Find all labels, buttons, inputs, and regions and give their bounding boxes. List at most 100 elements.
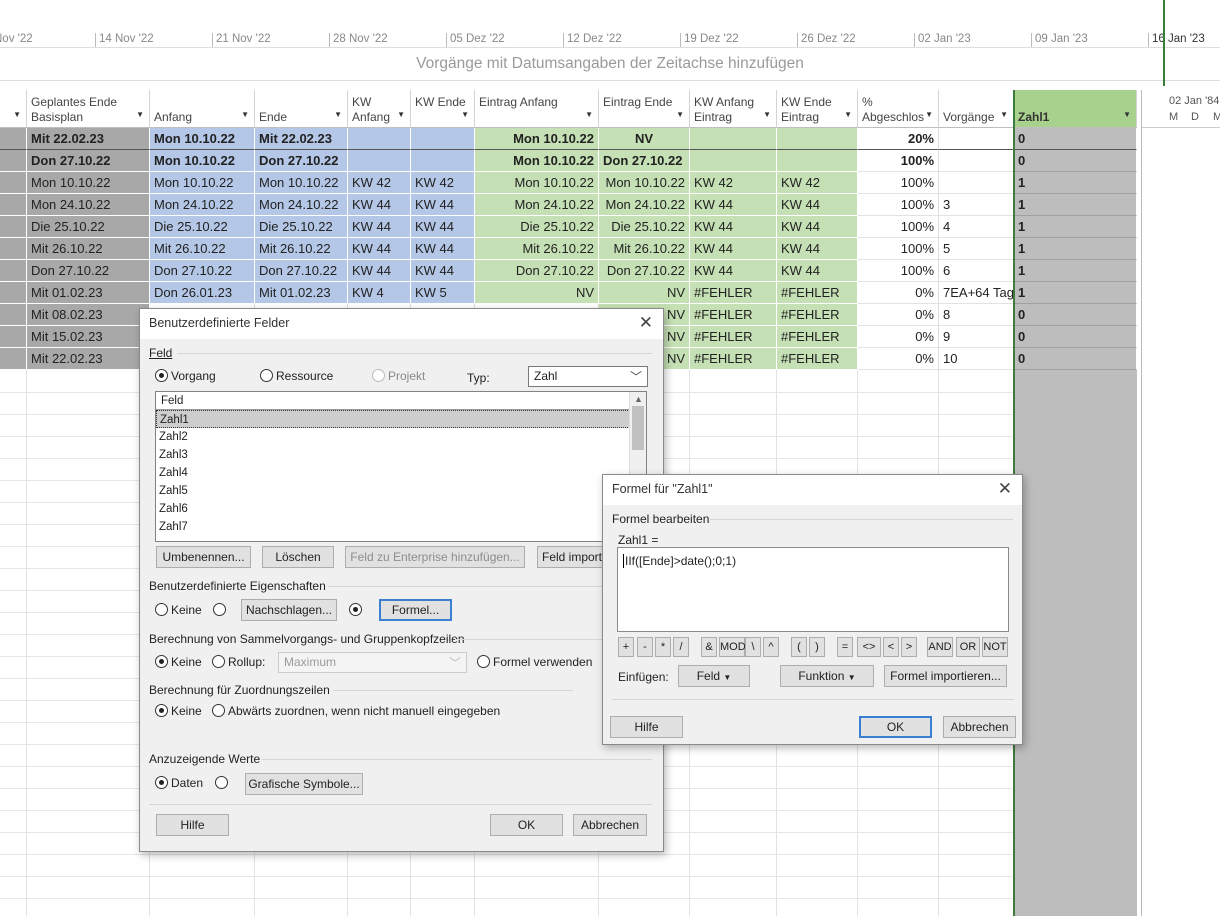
table-cell[interactable]: 5: [939, 238, 1014, 260]
table-row[interactable]: Don 27.10.22 Mon 10.10.22 Don 27.10.22 Mon …: [0, 150, 1137, 172]
operator-button[interactable]: MOD: [719, 637, 746, 657]
table-cell[interactable]: Mit 26.10.22: [255, 238, 348, 260]
table-cell[interactable]: Mit 26.10.22: [599, 238, 690, 260]
table-row[interactable]: Mit 26.10.22 Mit 26.10.22 Mit 26.10.22 KW 4…: [0, 238, 1137, 260]
column-filter-icon[interactable]: ▼: [397, 107, 405, 122]
table-cell[interactable]: Mit 01.02.23: [255, 282, 348, 304]
table-cell[interactable]: Don 27.10.22: [599, 260, 690, 282]
table-cell[interactable]: KW 44: [348, 260, 411, 282]
column-header[interactable]: Geplantes Ende Basisplan ▼: [27, 90, 150, 128]
column-filter-icon[interactable]: ▼: [334, 107, 342, 122]
column-header[interactable]: KW Anfang Eintrag ▼: [690, 90, 777, 128]
table-cell[interactable]: 100%: [858, 150, 939, 172]
table-cell[interactable]: 1: [1014, 282, 1137, 304]
table-cell[interactable]: KW 42: [411, 172, 475, 194]
table-cell[interactable]: Mit 22.02.23: [27, 128, 150, 150]
table-cell[interactable]: KW 44: [411, 216, 475, 238]
formula-dialog-titlebar[interactable]: Formel für "Zahl1" ✕: [603, 475, 1022, 505]
column-header[interactable]: Eintrag Anfang ▼: [475, 90, 599, 128]
table-cell[interactable]: [0, 216, 27, 238]
table-cell[interactable]: Mit 01.02.23: [27, 282, 150, 304]
table-cell[interactable]: Mon 10.10.22: [475, 172, 599, 194]
table-cell[interactable]: 1: [1014, 216, 1137, 238]
radio-data[interactable]: [155, 776, 168, 789]
table-cell[interactable]: 100%: [858, 172, 939, 194]
column-header[interactable]: Ende ▼: [255, 90, 348, 128]
table-cell[interactable]: #FEHLER: [690, 282, 777, 304]
gantt-chart[interactable]: 02 Jan '84 M D M: [1141, 90, 1220, 916]
table-cell[interactable]: KW 44: [777, 194, 858, 216]
table-cell[interactable]: 7EA+64 Tage: [939, 282, 1014, 304]
column-filter-icon[interactable]: ▼: [585, 107, 593, 122]
field-list-item[interactable]: Zahl2: [156, 428, 630, 446]
table-cell[interactable]: Mon 24.10.22: [599, 194, 690, 216]
scrollbar-thumb[interactable]: [632, 406, 644, 450]
table-cell[interactable]: 0%: [858, 348, 939, 370]
field-list-item[interactable]: Zahl3: [156, 446, 630, 464]
table-cell[interactable]: NV: [475, 282, 599, 304]
table-cell[interactable]: [411, 150, 475, 172]
formula-ok-button[interactable]: OK: [859, 716, 932, 738]
table-cell[interactable]: 20%: [858, 128, 939, 150]
table-cell[interactable]: Mon 10.10.22: [475, 150, 599, 172]
field-list-item[interactable]: Zahl6: [156, 500, 630, 518]
table-cell[interactable]: [0, 150, 27, 172]
table-cell[interactable]: Die 25.10.22: [255, 216, 348, 238]
radio-vorgang[interactable]: [155, 369, 168, 382]
table-cell[interactable]: Die 25.10.22: [599, 216, 690, 238]
lookup-button[interactable]: Nachschlagen...: [241, 599, 337, 621]
table-cell[interactable]: Mit 08.02.23: [27, 304, 150, 326]
table-cell[interactable]: Die 25.10.22: [27, 216, 150, 238]
table-cell[interactable]: Mon 10.10.22: [599, 172, 690, 194]
table-cell[interactable]: KW 44: [348, 194, 411, 216]
table-cell[interactable]: [690, 128, 777, 150]
radio-assign-down[interactable]: [212, 704, 225, 717]
scroll-up-icon[interactable]: ▲: [634, 394, 643, 404]
column-header[interactable]: KW Anfang ▼: [348, 90, 411, 128]
table-cell[interactable]: 0: [1014, 150, 1137, 172]
table-cell[interactable]: [690, 150, 777, 172]
column-header[interactable]: ▼: [0, 90, 27, 128]
column-filter-icon[interactable]: ▼: [461, 107, 469, 122]
table-cell[interactable]: [348, 128, 411, 150]
table-cell[interactable]: KW 44: [411, 260, 475, 282]
table-cell[interactable]: 1: [1014, 238, 1137, 260]
column-header[interactable]: Vorgänge ▼: [939, 90, 1014, 128]
table-cell[interactable]: Mon 10.10.22: [150, 128, 255, 150]
table-cell[interactable]: #FEHLER: [777, 348, 858, 370]
table-cell[interactable]: 0: [1014, 304, 1137, 326]
table-cell[interactable]: KW 42: [348, 172, 411, 194]
table-cell[interactable]: Mon 10.10.22: [475, 128, 599, 150]
table-row[interactable]: Don 27.10.22 Don 27.10.22 Don 27.10.22 KW 4…: [0, 260, 1137, 282]
radio-rollup[interactable]: [212, 655, 225, 668]
table-cell[interactable]: [939, 128, 1014, 150]
table-cell[interactable]: [348, 150, 411, 172]
table-cell[interactable]: Mon 10.10.22: [150, 172, 255, 194]
table-cell[interactable]: Mon 24.10.22: [150, 194, 255, 216]
column-header[interactable]: KW Ende ▼: [411, 90, 475, 128]
type-select[interactable]: Zahl ﹀: [528, 366, 648, 387]
timeline[interactable]: Nov '22 14 Nov '22 21 Nov '22 28 Nov '22 05 …: [0, 0, 1220, 90]
table-cell[interactable]: 1: [1014, 260, 1137, 282]
operator-button[interactable]: <: [883, 637, 899, 657]
formula-button[interactable]: Formel...: [379, 599, 452, 621]
column-filter-icon[interactable]: ▼: [925, 107, 933, 122]
import-field-button[interactable]: Feld import: [537, 546, 607, 568]
table-cell[interactable]: 8: [939, 304, 1014, 326]
operator-button[interactable]: -: [637, 637, 653, 657]
table-cell[interactable]: #FEHLER: [690, 326, 777, 348]
field-list-item[interactable]: Zahl7: [156, 518, 630, 536]
timeline-hint[interactable]: Vorgänge mit Datumsangaben der Zeitachse…: [0, 55, 1220, 73]
table-row[interactable]: Die 25.10.22 Die 25.10.22 Die 25.10.22 KW 4…: [0, 216, 1137, 238]
table-cell[interactable]: KW 44: [777, 260, 858, 282]
table-row[interactable]: Mit 22.02.23 Mon 10.10.22 Mit 22.02.23 Mon …: [0, 128, 1137, 150]
table-cell[interactable]: 1: [1014, 172, 1137, 194]
formula-help-button[interactable]: Hilfe: [610, 716, 683, 738]
table-cell[interactable]: KW 44: [777, 216, 858, 238]
table-cell[interactable]: Don 27.10.22: [255, 260, 348, 282]
radio-assign-none[interactable]: [155, 704, 168, 717]
import-formula-button[interactable]: Formel importieren...: [884, 665, 1007, 687]
table-cell[interactable]: 0%: [858, 304, 939, 326]
table-cell[interactable]: Mit 22.02.23: [27, 348, 150, 370]
operator-button[interactable]: AND: [927, 637, 953, 657]
